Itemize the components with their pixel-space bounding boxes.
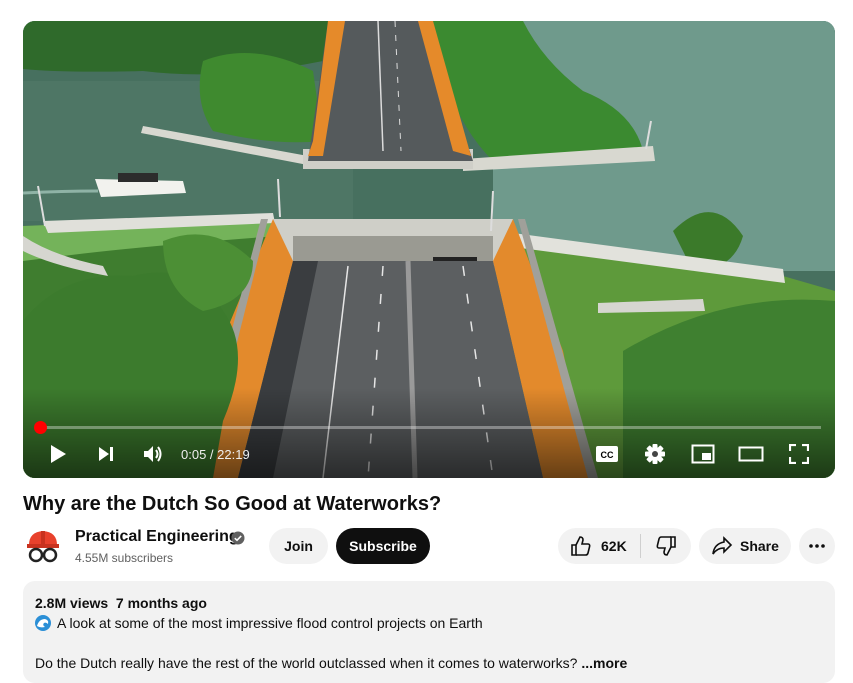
duration: 22:19 [217,447,250,462]
share-button[interactable]: Share [699,528,791,564]
play-icon [51,445,66,463]
like-button[interactable]: 62K [558,528,640,564]
verified-icon [231,531,245,545]
channel-logo [27,531,59,563]
description-line-2: Do the Dutch really have the rest of the… [35,655,627,671]
fullscreen-button[interactable] [786,440,812,468]
play-button[interactable] [45,440,71,468]
join-button[interactable]: Join [269,528,328,564]
channel-avatar[interactable] [24,527,62,565]
settings-button[interactable] [642,440,668,468]
video-player[interactable]: 0:05 / 22:19 CC [23,21,835,478]
subscriber-count: 4.55M subscribers [75,551,174,565]
volume-button[interactable] [139,440,167,468]
share-icon [712,536,733,555]
like-icon [571,536,591,556]
description-line-1: A look at some of the most impressive fl… [35,615,483,631]
description-text-1: A look at some of the most impressive fl… [57,615,483,631]
more-actions-button[interactable] [799,528,835,564]
wave-icon [35,615,51,631]
channel-name[interactable]: Practical Engineering [75,528,239,546]
time-separator: / [206,447,218,462]
show-more-link[interactable]: ...more [581,655,627,671]
settings-icon [645,444,665,464]
current-time: 0:05 [181,447,207,462]
fullscreen-icon [789,444,809,464]
theater-button[interactable] [737,440,765,468]
dislike-button[interactable] [641,528,691,564]
video-title: Why are the Dutch So Good at Waterworks? [23,493,442,515]
dislike-icon [656,536,676,556]
more-icon [809,544,825,548]
cc-label: CC [601,450,614,460]
view-count-and-date: 2.8M views 7 months ago [35,595,207,611]
theater-icon [738,446,764,462]
miniplayer-button[interactable] [689,440,717,468]
volume-icon [144,446,162,462]
captions-button[interactable]: CC [594,440,620,468]
share-label: Share [740,538,779,554]
next-button[interactable] [93,440,119,468]
description-text-2: Do the Dutch really have the rest of the… [35,655,578,671]
progress-bar[interactable] [34,421,821,434]
next-icon [99,447,113,461]
description-box[interactable]: 2.8M views 7 months ago A look at some o… [23,581,835,683]
time-display: 0:05 / 22:19 [181,447,250,462]
like-count: 62K [601,538,627,554]
subscribe-button[interactable]: Subscribe [336,528,430,564]
like-dislike-group: 62K [558,528,691,564]
miniplayer-icon [691,444,715,464]
cc-icon: CC [596,446,618,462]
